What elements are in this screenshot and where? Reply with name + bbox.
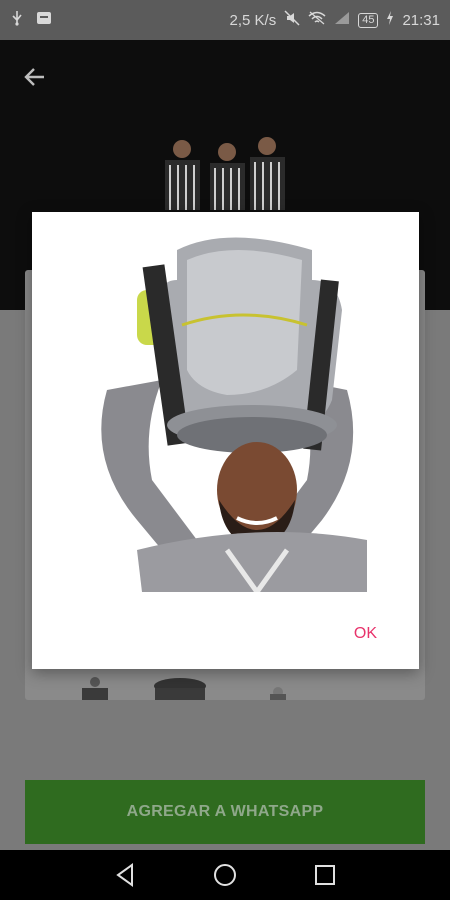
wifi-icon	[308, 11, 326, 29]
status-bar: 2,5 K/s 45 21:31	[0, 0, 450, 40]
navigation-bar	[0, 850, 450, 900]
sticker-preview-dialog: OK	[32, 212, 419, 669]
ok-button[interactable]: OK	[354, 625, 377, 643]
charging-icon	[386, 11, 394, 29]
recents-square-icon[interactable]	[312, 862, 338, 888]
usb-icon	[10, 10, 24, 30]
signal-icon	[334, 11, 350, 29]
battery-indicator: 45	[358, 12, 379, 28]
sticker-thumbnail-row	[70, 672, 330, 702]
sticker-image	[67, 220, 387, 597]
clock: 21:31	[402, 11, 440, 29]
home-circle-icon[interactable]	[212, 862, 238, 888]
network-speed: 2,5 K/s	[229, 11, 277, 29]
mute-icon	[284, 10, 300, 30]
back-triangle-icon[interactable]	[112, 862, 138, 888]
notification-icon	[36, 11, 52, 29]
add-to-whatsapp-button[interactable]: AGREGAR A WHATSAPP	[25, 780, 425, 844]
status-left	[10, 10, 52, 30]
status-right: 2,5 K/s 45 21:31	[229, 10, 440, 30]
back-arrow-icon[interactable]	[20, 62, 50, 92]
pack-tray-image	[160, 135, 290, 210]
